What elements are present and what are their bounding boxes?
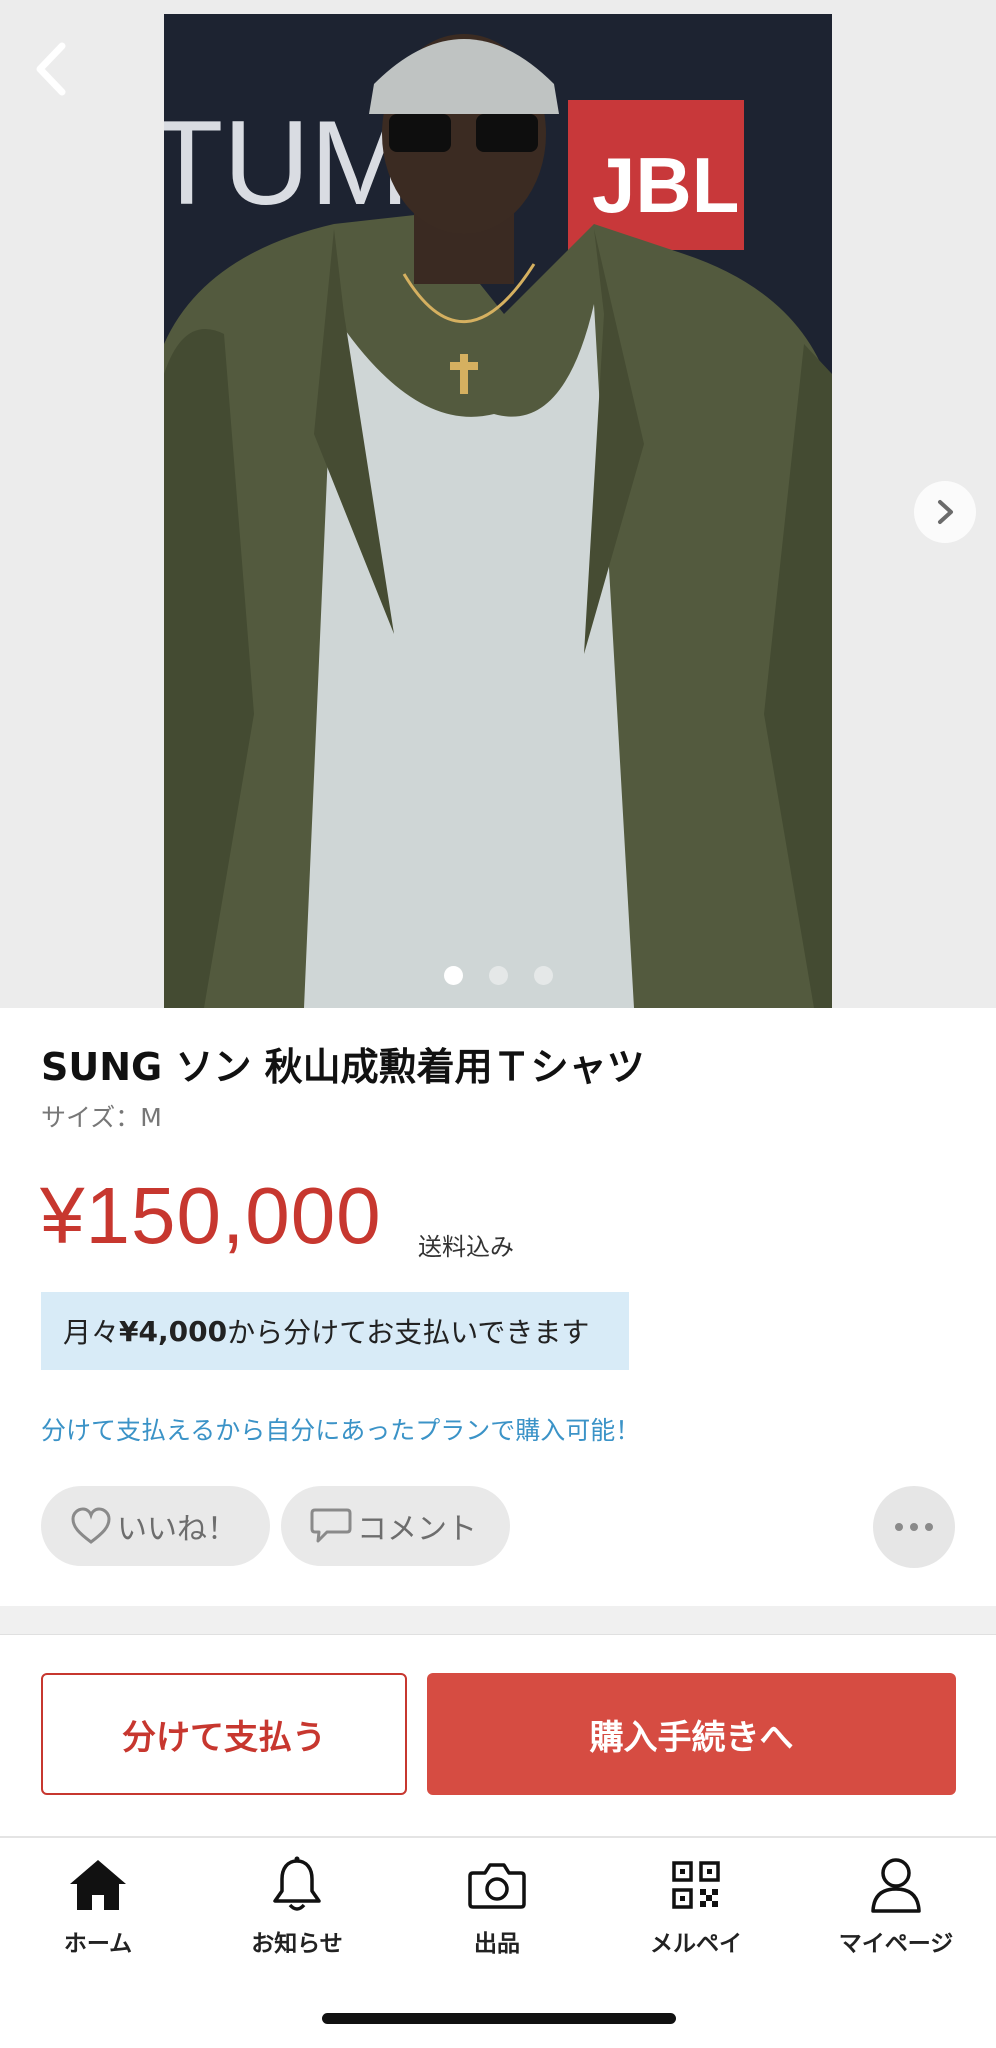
item-price: ¥150,000	[40, 1171, 382, 1260]
chevron-left-icon	[36, 42, 66, 96]
tab-label: お知らせ	[251, 1931, 343, 1957]
divider	[0, 1634, 996, 1635]
item-size: サイズ：M	[41, 1103, 162, 1132]
tab-mypage[interactable]: マイページ	[806, 1854, 986, 1958]
person-icon	[865, 1854, 927, 1916]
comment-icon	[310, 1508, 352, 1543]
home-indicator[interactable]	[322, 2013, 676, 2024]
home-icon	[67, 1854, 129, 1916]
like-button[interactable]: いいね！	[41, 1486, 270, 1566]
item-image-gallery[interactable]: TUM JBL	[0, 0, 996, 1008]
tab-label: マイページ	[838, 1931, 954, 1957]
tab-label: 出品	[474, 1931, 520, 1957]
pagination-dot[interactable]	[488, 966, 508, 985]
more-dot	[925, 1523, 933, 1531]
item-photo-illustration: TUM JBL	[164, 14, 832, 1008]
next-image-button[interactable]	[914, 481, 976, 543]
back-button[interactable]	[22, 36, 82, 102]
installment-suffix: から分けてお支払いできます	[227, 1316, 590, 1349]
comment-button[interactable]: コメント	[281, 1486, 510, 1566]
tab-home[interactable]: ホーム	[8, 1854, 188, 1958]
pagination-dot[interactable]	[443, 966, 463, 985]
camera-icon	[466, 1854, 528, 1916]
section-separator	[0, 1606, 996, 1634]
more-dot	[910, 1523, 918, 1531]
photo-backdrop-logo: JBL	[592, 141, 739, 229]
installment-prefix: 月々	[63, 1316, 120, 1349]
tab-merpay[interactable]: メルペイ	[606, 1854, 786, 1958]
tab-label: メルペイ	[650, 1931, 742, 1957]
tab-notifications[interactable]: お知らせ	[207, 1854, 387, 1958]
more-options-button[interactable]	[873, 1486, 955, 1568]
shipping-note: 送料込み	[418, 1233, 514, 1261]
bottom-tab-bar: ホーム お知らせ 出品 メルペイ マイページ	[0, 1838, 996, 1988]
pagination-dot[interactable]	[533, 966, 553, 985]
tab-label: ホーム	[63, 1931, 133, 1957]
installment-amount: ¥4,000	[119, 1314, 228, 1348]
photo-backdrop-text: TUM	[164, 96, 410, 230]
item-photo[interactable]: TUM JBL	[164, 14, 832, 1008]
qr-code-icon	[665, 1854, 727, 1916]
tab-sell[interactable]: 出品	[407, 1854, 587, 1958]
purchase-button[interactable]: 購入手続きへ	[427, 1673, 956, 1795]
chevron-right-icon	[938, 500, 953, 524]
item-title: SUNG ソン 秋山成勲着用Ｔシャツ	[41, 1045, 645, 1089]
heart-icon	[71, 1507, 111, 1544]
installment-banner: 月々 ¥4,000 から分けてお支払いできます	[41, 1292, 629, 1370]
comment-label: コメント	[357, 1512, 477, 1547]
installment-plan-link[interactable]: 分けて支払えるから自分にあったプランで購入可能！	[41, 1411, 640, 1447]
bell-icon	[266, 1854, 328, 1916]
split-pay-button[interactable]: 分けて支払う	[41, 1673, 407, 1795]
like-label: いいね！	[117, 1512, 237, 1547]
image-pagination-dots	[0, 966, 996, 985]
more-dot	[895, 1523, 903, 1531]
